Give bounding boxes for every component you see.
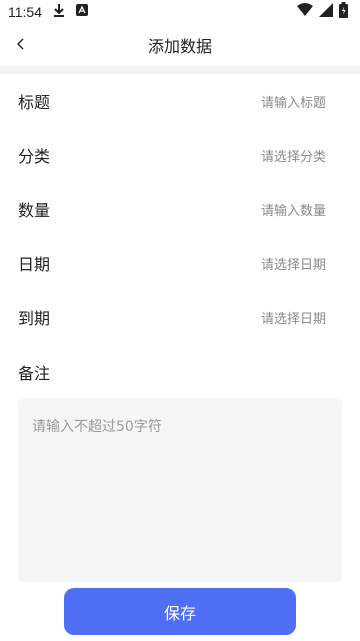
date-select[interactable]: 请选择日期: [261, 254, 326, 273]
download-icon: [52, 3, 66, 21]
title-row[interactable]: 标题 请输入标题: [0, 74, 360, 128]
quantity-row[interactable]: 数量 请输入数量: [0, 182, 360, 236]
title-input[interactable]: 请输入标题: [261, 92, 326, 111]
a-badge-icon: [76, 4, 88, 20]
date-row[interactable]: 日期 请选择日期: [0, 236, 360, 290]
header-divider: [0, 66, 360, 74]
title-label: 标题: [18, 93, 51, 112]
status-time: 11:54: [8, 4, 42, 20]
status-right: [297, 2, 348, 22]
status-left: 11:54: [8, 3, 88, 21]
due-date-select[interactable]: 请选择日期: [261, 308, 326, 327]
status-bar: 11:54: [0, 0, 360, 24]
due-date-label: 到期: [18, 309, 51, 328]
category-select[interactable]: 请选择分类: [261, 146, 326, 165]
date-label: 日期: [18, 255, 51, 274]
quantity-input[interactable]: 请输入数量: [261, 200, 326, 219]
signal-icon: [319, 3, 333, 21]
due-date-row[interactable]: 到期 请选择日期: [0, 290, 360, 344]
save-button[interactable]: 保存: [64, 588, 296, 635]
remark-textarea[interactable]: [30, 414, 334, 570]
back-button[interactable]: [8, 32, 34, 58]
battery-icon: [339, 2, 348, 22]
wifi-icon: [297, 3, 313, 21]
form: 标题 请输入标题 分类 请选择分类 数量 请输入数量 日期 请选择日期 到期 请…: [0, 74, 360, 344]
remark-label: 备注: [18, 364, 51, 383]
remark-box: [18, 398, 342, 582]
category-label: 分类: [18, 147, 51, 166]
page-title: 添加数据: [147, 37, 212, 56]
quantity-label: 数量: [18, 201, 51, 220]
app-bar: 添加数据: [0, 24, 360, 66]
chevron-left-icon: [15, 36, 27, 55]
category-row[interactable]: 分类 请选择分类: [0, 128, 360, 182]
